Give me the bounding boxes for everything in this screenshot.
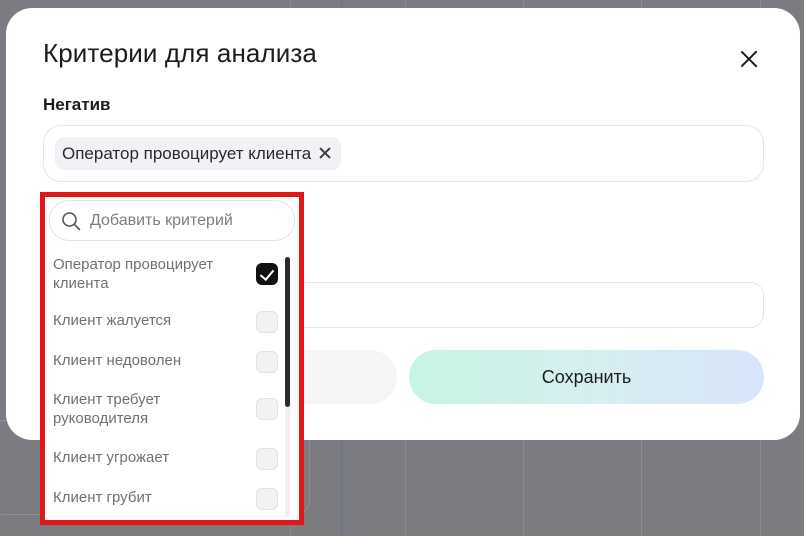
- criteria-option[interactable]: Оператор провоцирует клиента: [53, 255, 278, 293]
- criteria-option[interactable]: Клиент требует руководителя: [53, 390, 278, 428]
- criteria-dropdown: Оператор провоцирует клиента Клиент жалу…: [40, 192, 304, 525]
- checkbox[interactable]: [256, 351, 278, 373]
- criteria-option[interactable]: Клиент грубит: [53, 488, 278, 510]
- option-label: Клиент требует руководителя: [53, 391, 161, 427]
- criteria-option[interactable]: Клиент жалуется: [53, 311, 278, 333]
- option-label: Клиент угрожает: [53, 449, 170, 466]
- section-label-negative: Негатив: [43, 95, 111, 114]
- option-label: Клиент недоволен: [53, 352, 182, 369]
- scrollbar-thumb[interactable]: [285, 257, 290, 407]
- selected-tag: Оператор провоцирует клиента: [55, 137, 342, 170]
- search-input[interactable]: [90, 209, 286, 233]
- checkbox-checked[interactable]: [256, 263, 278, 285]
- modal-title: Критерии для анализа: [43, 38, 317, 68]
- option-label: Клиент грубит: [53, 489, 152, 506]
- checkbox[interactable]: [256, 448, 278, 470]
- option-label: Клиент жалуется: [53, 312, 172, 329]
- criteria-option[interactable]: Клиент угрожает: [53, 448, 278, 470]
- search-icon: [62, 212, 81, 231]
- option-label: Оператор провоцирует клиента: [53, 256, 214, 292]
- search-box[interactable]: [49, 200, 295, 241]
- checkbox[interactable]: [256, 488, 278, 510]
- remove-tag-icon[interactable]: [317, 145, 333, 161]
- checkbox[interactable]: [256, 311, 278, 333]
- criteria-tag-field[interactable]: Оператор провоцирует клиента: [43, 125, 764, 182]
- save-button[interactable]: Сохранить: [409, 350, 764, 404]
- criteria-option[interactable]: Клиент недоволен: [53, 351, 278, 373]
- close-icon[interactable]: [734, 44, 764, 74]
- checkbox[interactable]: [256, 398, 278, 420]
- selected-tag-label: Оператор провоцирует клиента: [62, 144, 312, 163]
